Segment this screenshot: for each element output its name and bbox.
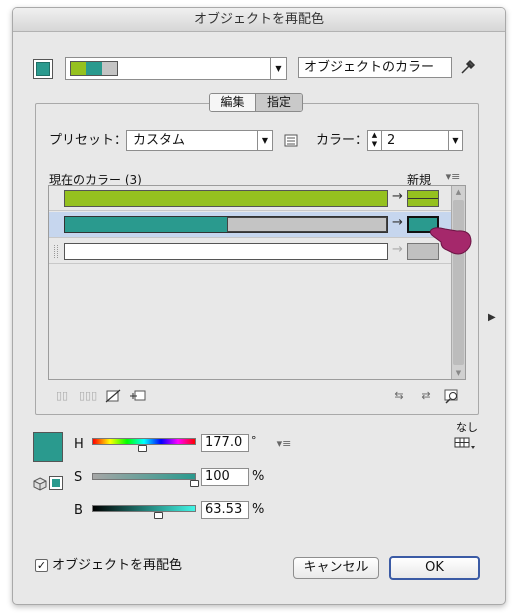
preset-dropdown[interactable]: カスタム ▼ xyxy=(126,130,273,151)
color-grid-icon[interactable] xyxy=(454,436,476,450)
find-color-icon[interactable] xyxy=(443,388,461,404)
color-table: ▲ ▼ → → → xyxy=(48,185,466,380)
brightness-unit: % xyxy=(252,502,265,517)
arrow-right-icon[interactable]: → xyxy=(392,189,403,204)
hue-label: H xyxy=(74,437,84,452)
hue-value: 177.0 xyxy=(205,435,243,450)
scroll-down-arrow-icon[interactable]: ▼ xyxy=(452,367,465,379)
color-reduction-options-icon[interactable] xyxy=(284,134,299,148)
header-menu-icon[interactable]: ▾≡ xyxy=(445,170,461,184)
window-title: オブジェクトを再配色 xyxy=(13,8,505,32)
recolor-checkbox-label: オブジェクトを再配色 xyxy=(52,558,183,573)
saturation-unit: % xyxy=(252,469,265,484)
merge-colors-icon[interactable]: ▯▯ xyxy=(54,389,70,403)
tab-assign[interactable]: 指定 xyxy=(256,94,302,111)
current-color-large-swatch[interactable] xyxy=(33,432,63,462)
color-name-field[interactable]: オブジェクトのカラー xyxy=(298,57,452,78)
brightness-value: 63.53 xyxy=(205,502,243,517)
preset-label: プリセット： xyxy=(49,133,128,148)
new-row-icon[interactable] xyxy=(129,389,147,403)
tab-bar: 編集 指定 xyxy=(209,93,303,112)
color-group-dropdown[interactable]: ▼ xyxy=(65,57,287,80)
color-mode-menu-icon[interactable]: ▾≡ xyxy=(276,437,292,451)
recolor-checkbox[interactable]: ✓ xyxy=(35,559,48,572)
saturation-slider[interactable] xyxy=(92,473,199,487)
chevron-down-icon: ▼ xyxy=(257,131,272,150)
colors-count-label: カラー： xyxy=(316,133,369,148)
color-row[interactable]: → xyxy=(49,239,451,264)
arrow-right-icon[interactable]: → xyxy=(392,242,403,257)
active-color-swatch[interactable] xyxy=(33,59,53,79)
color-name-value: オブジェクトのカラー xyxy=(304,60,435,75)
hue-slider-thumb-icon[interactable] xyxy=(138,445,147,452)
scroll-up-arrow-icon[interactable]: ▲ xyxy=(452,186,465,198)
brightness-input[interactable]: 63.53 xyxy=(201,501,249,519)
arrow-right-icon[interactable]: → xyxy=(392,215,403,230)
current-color-bar[interactable] xyxy=(64,243,388,260)
drag-handle-icon[interactable] xyxy=(54,245,58,258)
brightness-slider[interactable] xyxy=(92,505,196,519)
brightness-slider-thumb-icon[interactable] xyxy=(154,512,163,519)
none-label: なし xyxy=(456,421,478,434)
hue-input[interactable]: 177.0 xyxy=(201,434,249,452)
saturation-value: 100 xyxy=(205,469,230,484)
randomize-saturation-icon[interactable]: ⇄ xyxy=(417,389,435,403)
recolor-dialog: オブジェクトを再配色 ▼ オブジェクトのカラー 編集 指定 プリセット： カスタ… xyxy=(12,7,506,605)
colors-count-stepper[interactable]: ▲ ▼ 2 ▼ xyxy=(367,130,463,151)
chevron-down-icon[interactable]: ▼ xyxy=(448,131,462,150)
colors-count-value: 2 xyxy=(387,133,396,148)
eyedropper-icon[interactable] xyxy=(459,58,477,76)
brightness-label: B xyxy=(74,503,83,518)
panel-expand-icon[interactable]: ▶ xyxy=(488,312,496,323)
chevron-down-icon[interactable]: ▼ xyxy=(270,58,286,79)
small-color-swatch[interactable] xyxy=(49,476,63,490)
stepper-arrows-icon[interactable]: ▲ ▼ xyxy=(368,131,382,150)
exclude-colors-icon[interactable] xyxy=(105,389,121,403)
current-color-bar[interactable] xyxy=(64,190,388,207)
saturation-input[interactable]: 100 xyxy=(201,468,249,486)
current-color-bar[interactable] xyxy=(64,216,388,233)
separate-colors-icon[interactable]: ▯▯▯ xyxy=(79,389,97,403)
cancel-button[interactable]: キャンセル xyxy=(293,557,379,579)
color-row-selected[interactable]: → xyxy=(49,212,451,238)
hue-unit: ° xyxy=(251,434,257,447)
new-color-swatch[interactable] xyxy=(407,190,439,207)
color-group-swatches xyxy=(70,61,118,76)
saturation-label: S xyxy=(74,470,83,485)
ok-button[interactable]: OK xyxy=(389,556,480,580)
randomize-order-icon[interactable]: ⇆ xyxy=(390,389,408,403)
hand-cursor-icon xyxy=(427,220,475,260)
saturation-slider-thumb-icon[interactable] xyxy=(190,480,199,487)
cube-icon[interactable] xyxy=(33,477,47,491)
color-row[interactable]: → xyxy=(49,186,451,211)
preset-value: カスタム xyxy=(133,133,186,148)
tab-edit[interactable]: 編集 xyxy=(210,94,256,111)
scrollbar[interactable]: ▲ ▼ xyxy=(451,186,465,379)
hue-slider[interactable] xyxy=(92,438,196,452)
